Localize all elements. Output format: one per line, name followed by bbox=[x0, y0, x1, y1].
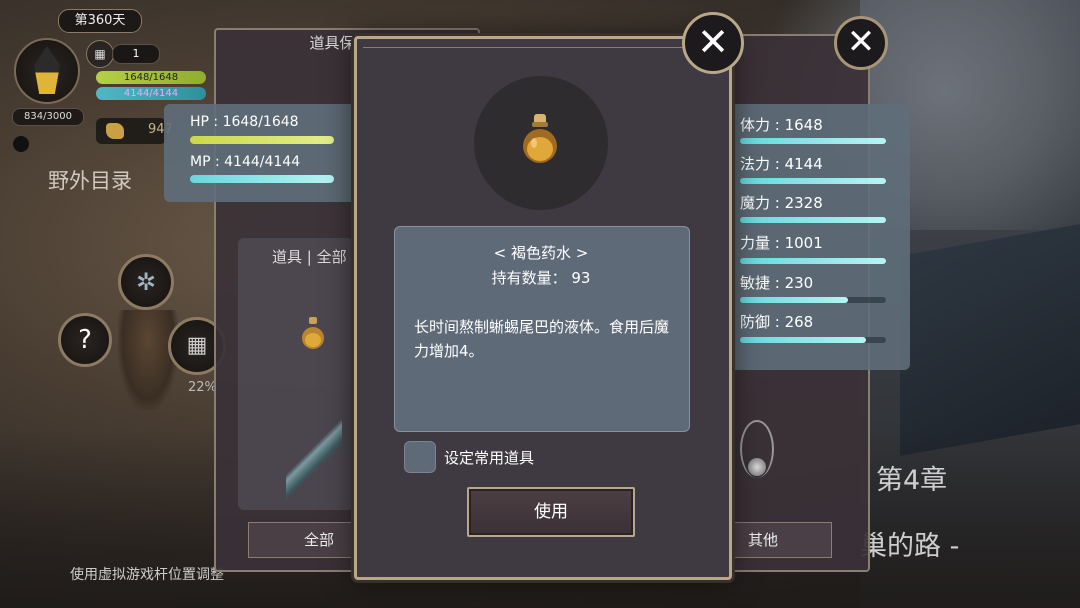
stat-agility: 敏捷 : 230 bbox=[740, 274, 814, 292]
hp-label: HP : 1648/1648 bbox=[190, 114, 299, 130]
help-icon[interactable]: ? bbox=[58, 313, 112, 367]
potion-item-icon[interactable] bbox=[300, 316, 326, 350]
hp-mp-panel: HP : 1648/1648 MP : 4144/4144 bbox=[164, 104, 360, 202]
player-character bbox=[118, 310, 178, 410]
calendar-icon[interactable]: ▦ bbox=[86, 40, 114, 68]
hp-mini-bar: 1648/1648 bbox=[96, 71, 206, 84]
use-item-button[interactable]: 使用 bbox=[467, 487, 635, 537]
background-house bbox=[900, 224, 1080, 456]
stat-magic: 魔力 : 2328 bbox=[740, 194, 823, 212]
hp-bar bbox=[190, 136, 334, 144]
field-directory-title[interactable]: 野外目录 bbox=[48, 165, 132, 195]
settings-gear-icon[interactable]: ✲ bbox=[118, 254, 174, 310]
amulet-item-icon[interactable] bbox=[740, 420, 774, 478]
mp-label: MP : 4144/4144 bbox=[190, 154, 301, 170]
stat-stamina-bar bbox=[740, 138, 886, 144]
close-storage-icon[interactable]: ✕ bbox=[834, 16, 888, 70]
stat-mana-bar bbox=[740, 178, 886, 184]
mp-mini-bar: 4144/4144 bbox=[96, 87, 206, 100]
set-common-item-label[interactable]: 设定常用道具 bbox=[444, 447, 534, 468]
progress-percent: 22% bbox=[188, 380, 217, 395]
stat-magic-bar bbox=[740, 217, 886, 223]
day-counter: 第360天 bbox=[58, 9, 142, 33]
stat-strength: 力量 : 1001 bbox=[740, 234, 823, 252]
stat-defense: 防御 : 268 bbox=[740, 313, 814, 331]
item-quantity: 持有数量： 93 bbox=[491, 269, 591, 287]
crystal-count: 834/3000 bbox=[12, 108, 84, 126]
indicator-dot bbox=[13, 136, 29, 152]
item-name: < 褐色药水 > bbox=[493, 244, 589, 262]
set-common-item-checkbox[interactable] bbox=[404, 441, 436, 473]
crystal-icon bbox=[14, 38, 80, 104]
stat-strength-bar bbox=[740, 258, 886, 264]
mp-bar bbox=[190, 175, 334, 183]
items-filter-label[interactable]: 道具 | 全部 bbox=[272, 246, 347, 267]
stat-stamina: 体力 : 1648 bbox=[740, 116, 823, 134]
brown-potion-icon bbox=[523, 114, 557, 163]
level-badge: 1 bbox=[112, 44, 160, 64]
character-stats-panel: 体力 : 1648 法力 : 4144 魔力 : 2328 力量 : 1001 … bbox=[726, 104, 910, 370]
stat-defense-bar bbox=[740, 337, 886, 343]
sword-item-icon[interactable] bbox=[286, 420, 342, 500]
stat-mana: 法力 : 4144 bbox=[740, 155, 823, 173]
chapter-subtitle: 巢的路 - bbox=[860, 531, 960, 562]
stat-agility-bar bbox=[740, 297, 886, 303]
joystick-hint: 使用虚拟游戏杆位置调整 bbox=[70, 567, 224, 583]
chapter-title: 第4章 bbox=[876, 465, 948, 496]
close-icon[interactable]: ✕ bbox=[682, 12, 744, 74]
item-description: 长时间熬制蜥蜴尾巴的液体。食用后魔力增加4。 bbox=[414, 318, 670, 360]
